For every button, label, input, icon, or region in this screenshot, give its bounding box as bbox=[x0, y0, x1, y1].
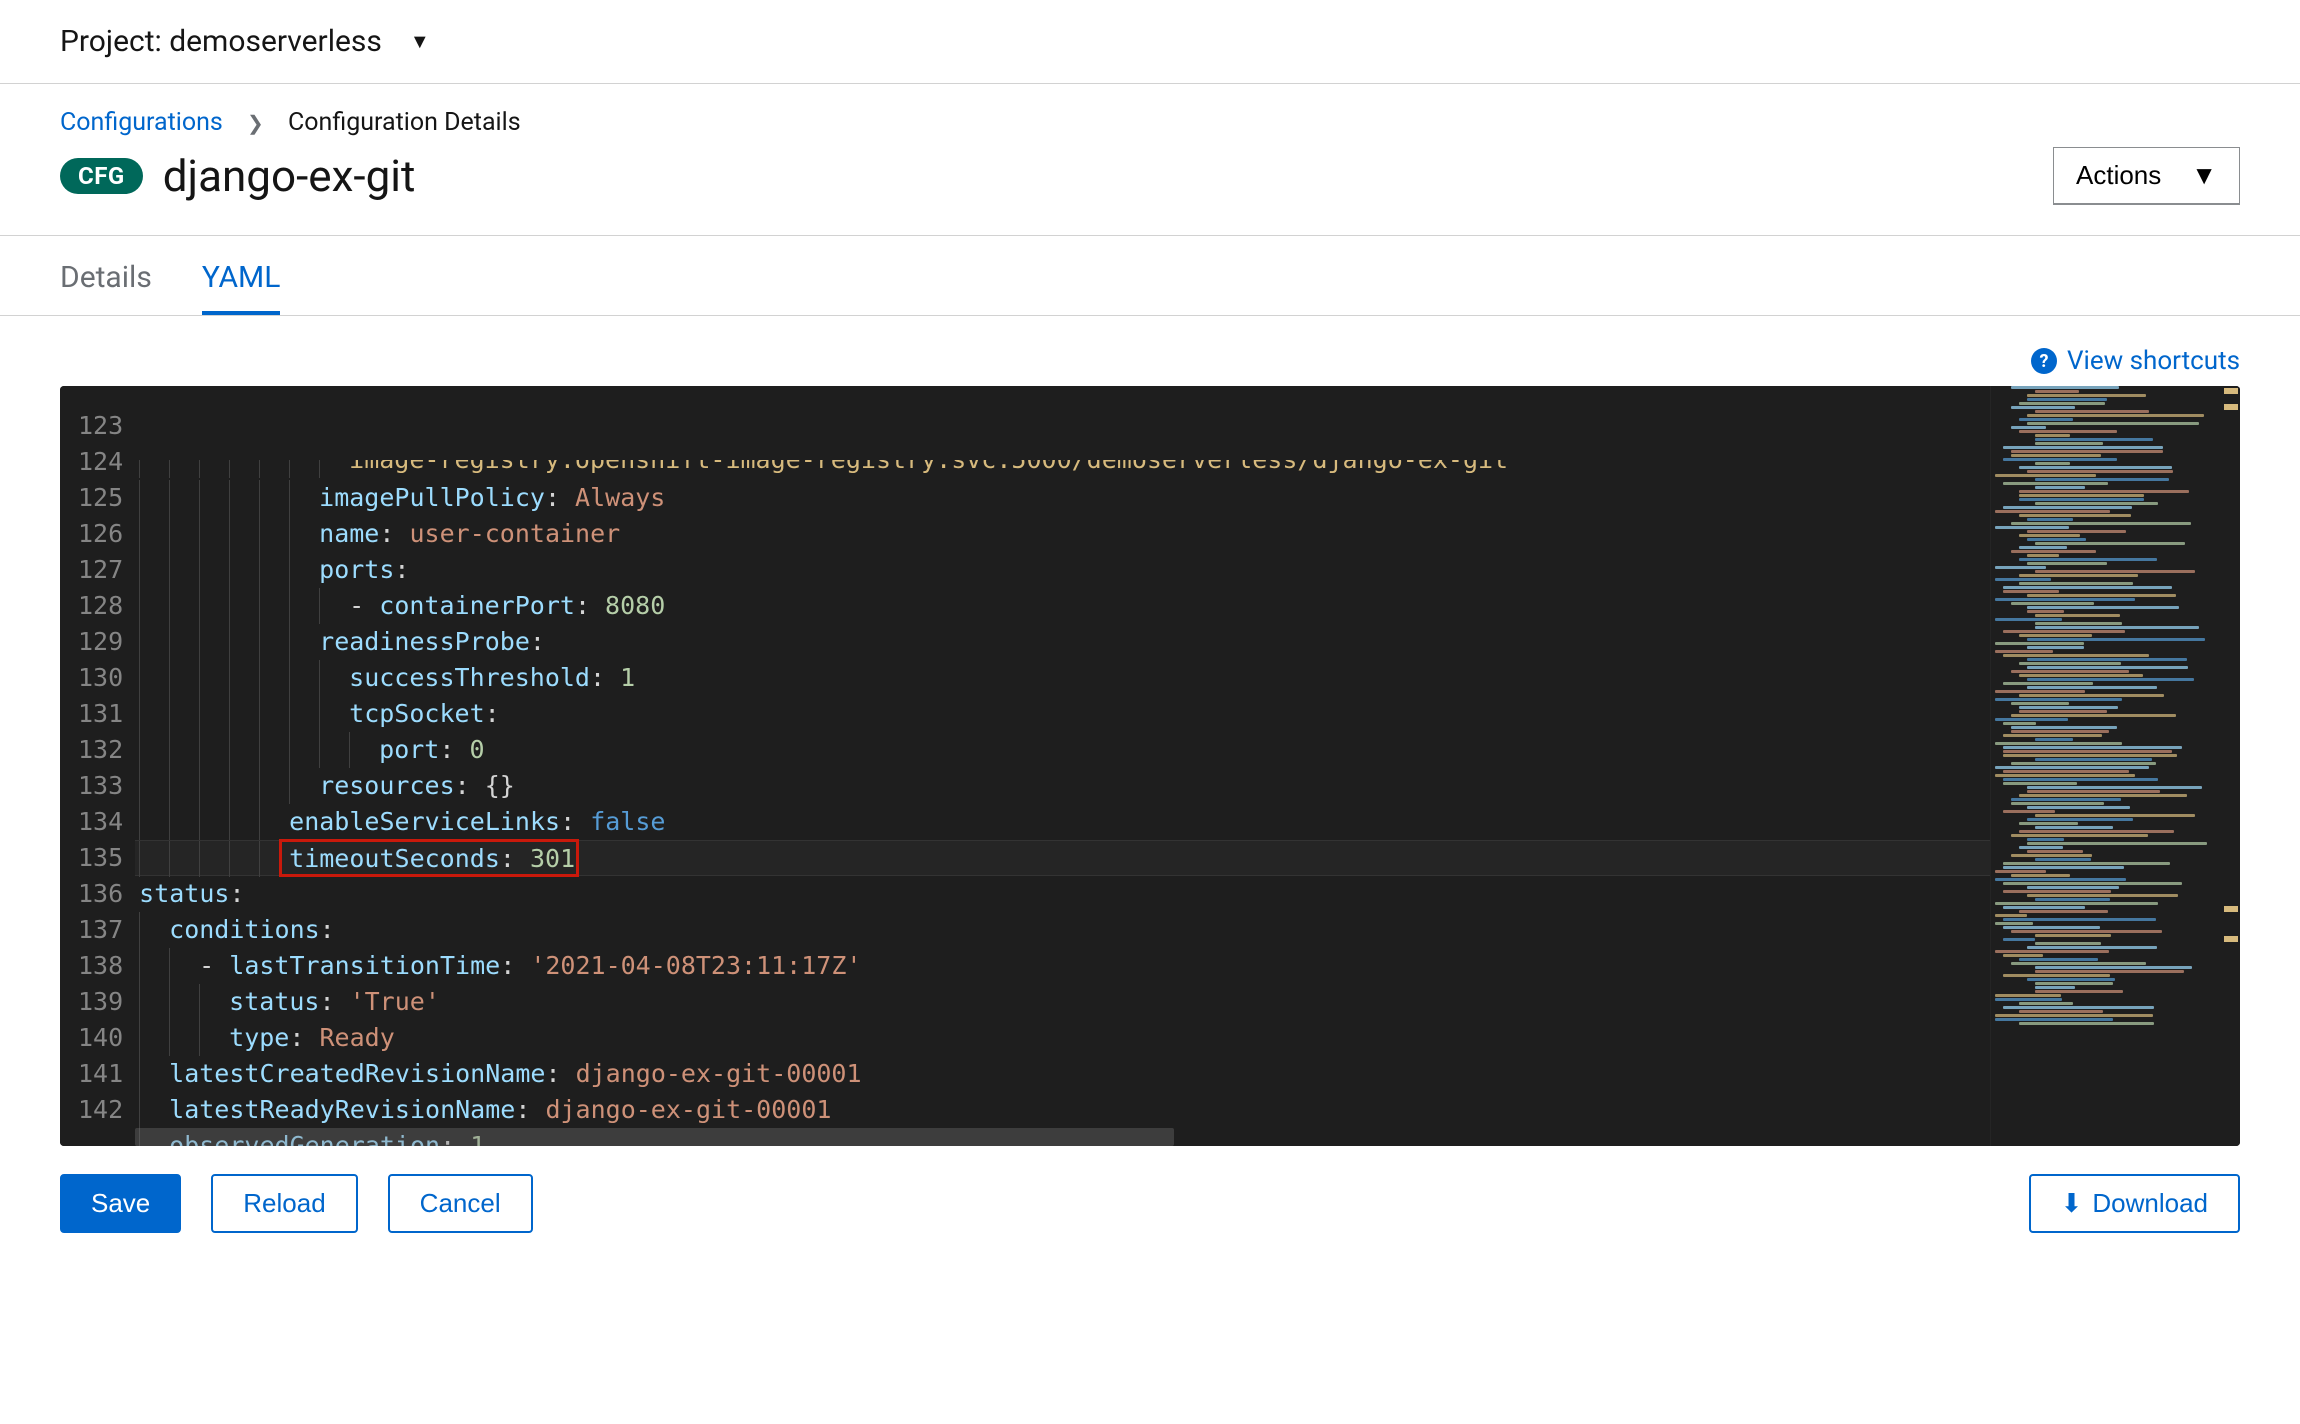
actions-dropdown[interactable]: Actions ▼ bbox=[2053, 147, 2240, 205]
shortcuts-label: View shortcuts bbox=[2067, 346, 2240, 376]
minimap[interactable] bbox=[1990, 386, 2240, 1146]
code-line[interactable]: timeoutSeconds: 301 bbox=[135, 840, 1990, 876]
project-selector[interactable]: Project: demoserverless ▼ bbox=[0, 0, 2300, 84]
code-line[interactable]: latestReadyRevisionName: django-ex-git-0… bbox=[135, 1092, 1990, 1128]
code-line[interactable]: readinessProbe: bbox=[135, 624, 1990, 660]
project-label: Project: demoserverless bbox=[60, 24, 382, 59]
view-shortcuts-link[interactable]: ? View shortcuts bbox=[2031, 346, 2240, 376]
line-gutter: 1221231241251261271281291301311321331341… bbox=[60, 386, 135, 1146]
page-title: django-ex-git bbox=[163, 150, 416, 202]
code-line[interactable]: successThreshold: 1 bbox=[135, 660, 1990, 696]
tabs: Details YAML bbox=[0, 236, 2300, 316]
actions-label: Actions bbox=[2076, 160, 2161, 191]
code-line[interactable]: - containerPort: 8080 bbox=[135, 588, 1990, 624]
code-line[interactable]: image-registry.openshift-image-registry.… bbox=[135, 460, 1990, 480]
help-icon: ? bbox=[2031, 348, 2057, 374]
code-line[interactable]: ports: bbox=[135, 552, 1990, 588]
breadcrumb-current: Configuration Details bbox=[288, 108, 521, 137]
caret-down-icon: ▼ bbox=[410, 29, 430, 54]
save-button[interactable]: Save bbox=[60, 1174, 181, 1233]
code-line[interactable]: name: user-container bbox=[135, 516, 1990, 552]
code-line[interactable]: - lastTransitionTime: '2021-04-08T23:11:… bbox=[135, 948, 1990, 984]
reload-button[interactable]: Reload bbox=[211, 1174, 357, 1233]
code-line[interactable]: status: 'True' bbox=[135, 984, 1990, 1020]
chevron-right-icon: ❯ bbox=[247, 111, 264, 135]
code-line[interactable]: port: 0 bbox=[135, 732, 1990, 768]
download-icon: ⬇ bbox=[2061, 1188, 2083, 1218]
breadcrumb: Configurations ❯ Configuration Details bbox=[0, 84, 2300, 137]
download-button[interactable]: ⬇ Download bbox=[2029, 1174, 2240, 1233]
code-line[interactable]: tcpSocket: bbox=[135, 696, 1990, 732]
cancel-button[interactable]: Cancel bbox=[388, 1174, 533, 1233]
download-label: Download bbox=[2092, 1188, 2208, 1218]
caret-down-icon: ▼ bbox=[2191, 160, 2217, 191]
horizontal-scrollbar[interactable] bbox=[135, 1128, 1174, 1146]
code-line[interactable]: status: bbox=[135, 876, 1990, 912]
resource-badge: CFG bbox=[60, 158, 143, 194]
code-area[interactable]: image-registry.openshift-image-registry.… bbox=[135, 386, 1990, 1146]
yaml-editor[interactable]: 1221231241251261271281291301311321331341… bbox=[60, 386, 2240, 1146]
code-line[interactable]: type: Ready bbox=[135, 1020, 1990, 1056]
code-line[interactable]: latestCreatedRevisionName: django-ex-git… bbox=[135, 1056, 1990, 1092]
breadcrumb-parent[interactable]: Configurations bbox=[60, 108, 223, 137]
code-line[interactable]: enableServiceLinks: false bbox=[135, 804, 1990, 840]
tab-details[interactable]: Details bbox=[60, 260, 152, 315]
code-line[interactable]: resources: {} bbox=[135, 768, 1990, 804]
code-line[interactable]: conditions: bbox=[135, 912, 1990, 948]
code-line[interactable]: imagePullPolicy: Always bbox=[135, 480, 1990, 516]
tab-yaml[interactable]: YAML bbox=[202, 260, 281, 315]
